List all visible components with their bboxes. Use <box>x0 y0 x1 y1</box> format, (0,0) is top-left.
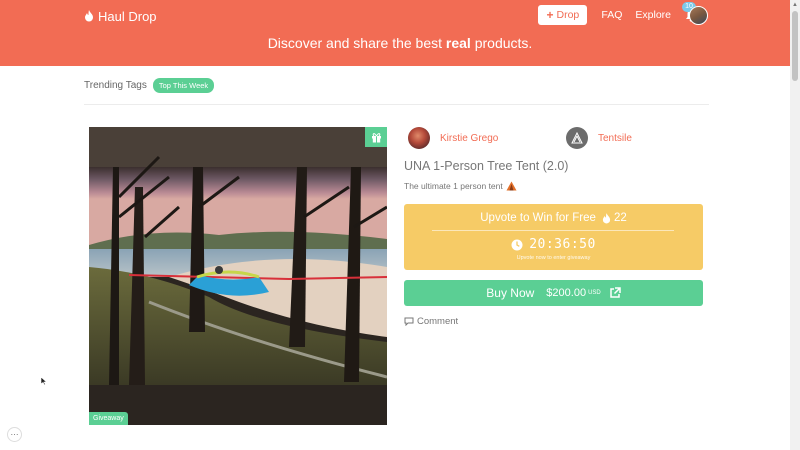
brand-logo-tentsile <box>566 127 588 149</box>
tentsile-logo-icon <box>571 132 583 144</box>
product-photo <box>89 127 387 425</box>
scrollbar[interactable]: ▲ <box>790 0 800 450</box>
upvote-divider <box>432 230 674 231</box>
clock-icon <box>511 239 523 250</box>
tagline: Discover and share the best real product… <box>0 35 800 51</box>
upvote-label: Upvote to Win for Free <box>480 212 596 224</box>
countdown-time: 20:36:50 <box>529 237 596 252</box>
tent-emoji-icon <box>506 181 517 191</box>
product-image[interactable] <box>89 127 387 425</box>
upvote-count-value: 22 <box>613 212 627 224</box>
flame-icon <box>602 212 611 223</box>
flame-icon <box>85 10 93 22</box>
brand-logo[interactable]: Haul Drop <box>84 7 157 25</box>
site-header: Haul Drop + Drop FAQ Explore 10 Discover… <box>0 0 800 66</box>
user-avatar-kirstie <box>408 127 430 149</box>
upvote-count: 22 <box>602 212 627 224</box>
brand-name-link[interactable]: Tentsile <box>598 133 632 144</box>
tagline-text: Discover and share the best <box>267 35 446 51</box>
user-avatar[interactable] <box>689 6 708 25</box>
tagline-emphasis: real <box>445 35 471 51</box>
nav-explore[interactable]: Explore <box>635 9 671 21</box>
countdown-subtext: Upvote now to enter giveaway <box>516 255 591 261</box>
product-description: The ultimate 1 person tent <box>404 181 517 191</box>
countdown-timer: 20:36:50 <box>404 237 703 252</box>
more-options-icon: ··· <box>10 430 19 439</box>
comment-icon <box>404 317 414 326</box>
trending-tags-label: Trending Tags <box>84 80 147 91</box>
scrollbar-thumb[interactable] <box>792 11 798 81</box>
plus-icon: + <box>546 8 554 22</box>
tagline-text-end: products. <box>470 35 533 51</box>
posted-by-user[interactable]: Kirstie Grego <box>408 127 498 149</box>
mouse-cursor-icon <box>40 376 48 386</box>
gift-icon <box>371 132 381 142</box>
nav-faq[interactable]: FAQ <box>601 9 622 21</box>
tag-top-this-week[interactable]: Top This Week <box>152 78 215 93</box>
drop-button-label: Drop <box>556 9 580 21</box>
comment-button[interactable]: Comment <box>404 316 458 327</box>
brand-name: Haul Drop <box>98 8 157 24</box>
user-name[interactable]: Kirstie Grego <box>440 133 498 144</box>
buy-now-label: Buy Now <box>486 286 535 300</box>
product-description-text: The ultimate 1 person tent <box>404 181 503 191</box>
buy-now-button[interactable]: Buy Now $200.00 USD <box>404 280 703 306</box>
drop-button[interactable]: + Drop <box>538 5 588 25</box>
more-options-button[interactable]: ··· <box>7 427 22 442</box>
scroll-up-arrow-icon[interactable]: ▲ <box>792 2 798 8</box>
giveaway-gift-badge <box>365 127 387 147</box>
upvote-row: Upvote to Win for Free 22 <box>404 212 703 224</box>
page: Haul Drop + Drop FAQ Explore 10 Discover… <box>0 0 800 450</box>
external-link-icon <box>609 287 621 298</box>
top-nav: + Drop FAQ Explore 10 <box>538 2 708 25</box>
product-title[interactable]: UNA 1-Person Tree Tent (2.0) <box>404 159 568 173</box>
currency: USD <box>588 290 601 296</box>
comment-label: Comment <box>417 316 459 327</box>
brand-link[interactable]: Tentsile <box>566 127 632 149</box>
giveaway-badge: Giveaway <box>89 412 128 425</box>
upvote-button[interactable]: Upvote to Win for Free 22 20:36:50 Upvot… <box>404 204 703 270</box>
divider <box>84 104 709 105</box>
trending-tags: Trending Tags Top This Week <box>84 78 215 93</box>
price: $200.00 <box>546 287 587 299</box>
